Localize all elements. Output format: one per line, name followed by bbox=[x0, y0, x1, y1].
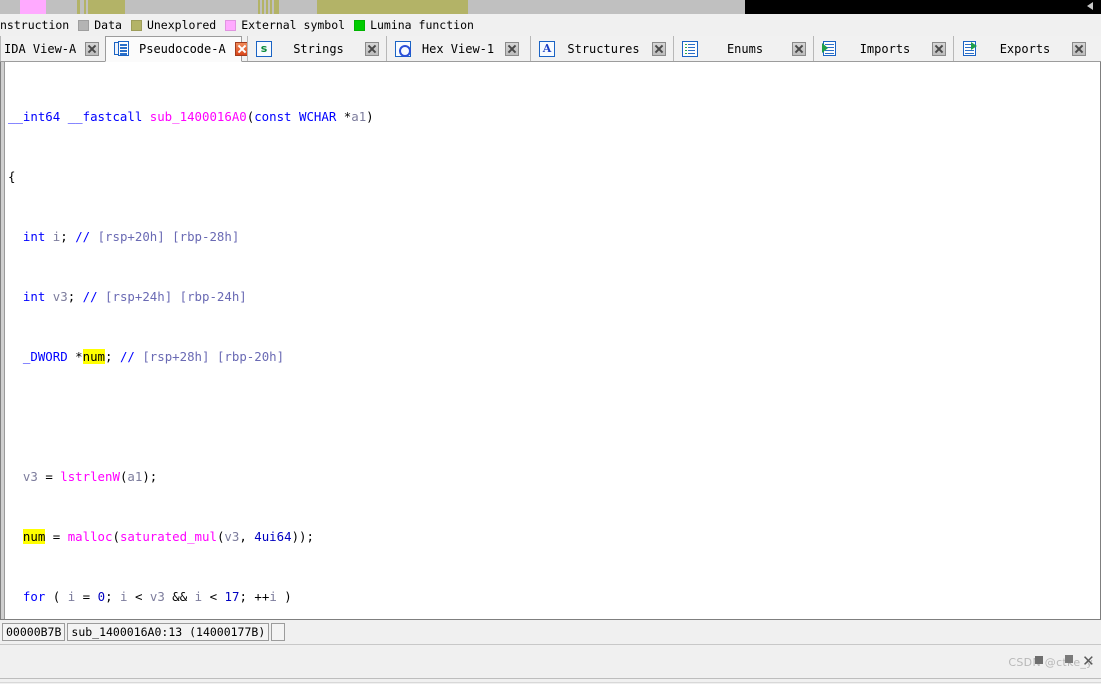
legend-swatch-unexplored bbox=[130, 19, 142, 31]
legend-item: Lumina function bbox=[354, 19, 474, 31]
tab-strings[interactable]: s Strings bbox=[247, 36, 386, 61]
navigator-segments[interactable] bbox=[0, 0, 1083, 14]
legend-swatch-lumina-function bbox=[354, 19, 366, 31]
enums-icon bbox=[682, 40, 698, 57]
legend-item: Data bbox=[78, 19, 122, 31]
tab-label: Hex View-1 bbox=[421, 41, 495, 56]
watermark-text: CSDN @ctke_y bbox=[1008, 656, 1093, 669]
exports-icon bbox=[962, 40, 978, 57]
pseudocode-text[interactable]: __int64 __fastcall sub_1400016A0(const W… bbox=[6, 64, 1100, 619]
code-line[interactable]: { bbox=[6, 169, 1100, 184]
navigator-segment bbox=[0, 0, 20, 14]
tab-enums[interactable]: Enums bbox=[673, 36, 813, 61]
tab-imports[interactable]: Imports bbox=[813, 36, 953, 61]
tab-pseudocode-a[interactable]: Pseudocode-A bbox=[105, 36, 249, 62]
csdn-watermark: CSDN @ctke_y ✕ bbox=[1008, 652, 1094, 670]
legend-label: Unexplored bbox=[146, 18, 217, 32]
code-line[interactable] bbox=[6, 409, 1100, 424]
bottom-strip bbox=[0, 644, 1101, 678]
navigator-segment bbox=[88, 0, 123, 14]
code-line[interactable]: __int64 __fastcall sub_1400016A0(const W… bbox=[6, 109, 1100, 124]
close-icon: ✕ bbox=[1082, 652, 1095, 670]
code-line[interactable]: _DWORD *num; // [rsp+28h] [rbp-20h] bbox=[6, 349, 1100, 364]
close-icon[interactable] bbox=[85, 41, 100, 56]
code-line[interactable]: num = malloc(saturated_mul(v3, 4ui64)); bbox=[6, 529, 1100, 544]
close-icon[interactable] bbox=[652, 41, 666, 56]
pseudocode-pane[interactable]: __int64 __fastcall sub_1400016A0(const W… bbox=[0, 62, 1101, 620]
navigator-segment bbox=[745, 0, 1083, 14]
tab-label: Pseudocode-A bbox=[139, 42, 226, 56]
tab-ida-view-a[interactable]: IDA View-A bbox=[0, 36, 105, 61]
legend-label-instruction: nstruction bbox=[0, 18, 70, 32]
close-icon[interactable] bbox=[365, 41, 379, 56]
navigator-segment bbox=[590, 0, 745, 14]
tab-label: Imports bbox=[859, 41, 911, 56]
view-tabbar[interactable]: IDA View-A Pseudocode-A s Strings Hex View-1… bbox=[0, 36, 1101, 62]
tab-structures[interactable]: A Structures bbox=[530, 36, 673, 61]
document-icon bbox=[114, 41, 130, 57]
navigator-legend: nstruction Data Unexplored External symbol… bbox=[0, 16, 1101, 34]
tab-exports[interactable]: Exports bbox=[953, 36, 1093, 61]
navigator-segment bbox=[262, 0, 264, 14]
legend-item: External symbol bbox=[225, 19, 345, 31]
code-line[interactable]: v3 = lstrlenW(a1); bbox=[6, 469, 1100, 484]
legend-label: Lumina function bbox=[370, 18, 474, 32]
pseudocode-gutter bbox=[1, 62, 5, 619]
legend-label: External symbol bbox=[241, 18, 346, 32]
navigator-segment bbox=[468, 0, 590, 14]
navigator-segment bbox=[125, 0, 258, 14]
structures-icon: A bbox=[539, 40, 555, 57]
navigator-segment bbox=[266, 0, 268, 14]
close-icon[interactable] bbox=[792, 41, 806, 56]
imports-icon bbox=[822, 40, 838, 57]
code-line[interactable]: int v3; // [rsp+24h] [rbp-24h] bbox=[6, 289, 1100, 304]
legend-item: Unexplored bbox=[130, 18, 217, 32]
navigator-scroll-right-button[interactable] bbox=[1083, 0, 1101, 14]
navigator-band[interactable] bbox=[0, 0, 1101, 14]
window-bottom-edge bbox=[0, 678, 1101, 684]
tab-label: Structures bbox=[567, 41, 640, 56]
tab-label: Strings bbox=[293, 41, 344, 56]
code-line[interactable]: for ( i = 0; i < v3 && i < 17; ++i ) bbox=[6, 589, 1100, 604]
status-location: sub_1400016A0:13 (14000177B) bbox=[67, 623, 270, 641]
status-bar: 00000B7B sub_1400016A0:13 (14000177B) bbox=[0, 622, 1101, 642]
legend-label: Data bbox=[94, 18, 122, 32]
legend-swatch-external-symbol bbox=[225, 19, 237, 31]
tab-label: IDA View-A bbox=[4, 41, 77, 56]
watermark-artifact-icon-2 bbox=[1065, 655, 1074, 663]
strings-icon: s bbox=[256, 40, 272, 57]
navigator-segment bbox=[46, 0, 77, 14]
watermark-artifact-icon bbox=[1035, 656, 1044, 664]
tab-label: Enums bbox=[726, 41, 764, 56]
navigator-segment bbox=[319, 0, 468, 14]
navigator-segment bbox=[20, 0, 46, 14]
code-line[interactable]: int i; // [rsp+20h] [rbp-28h] bbox=[6, 229, 1100, 244]
navigator-segment bbox=[258, 0, 260, 14]
status-extra bbox=[271, 623, 286, 641]
close-icon[interactable] bbox=[932, 41, 946, 56]
tab-hex-view-1[interactable]: Hex View-1 bbox=[386, 36, 526, 61]
tab-label: Exports bbox=[999, 41, 1051, 56]
navigator-segment bbox=[279, 0, 317, 14]
arrow-right-icon bbox=[1087, 2, 1093, 10]
legend-swatch-data bbox=[78, 19, 90, 31]
hex-view-icon bbox=[395, 40, 411, 57]
status-offset: 00000B7B bbox=[2, 623, 66, 641]
close-icon[interactable] bbox=[1072, 41, 1086, 56]
close-icon[interactable] bbox=[505, 41, 519, 56]
navigator-segment bbox=[270, 0, 272, 14]
